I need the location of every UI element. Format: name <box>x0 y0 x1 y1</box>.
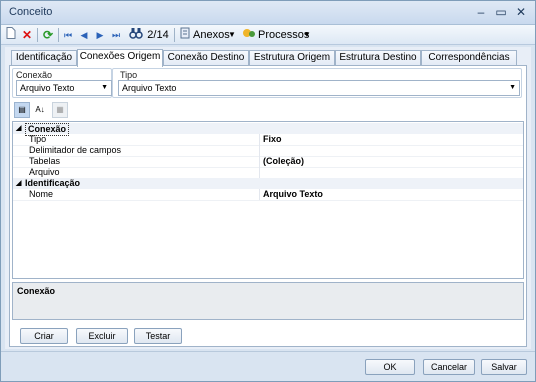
dialog-footer: OK Cancelar Salvar <box>1 351 535 381</box>
title-bar: Conceito – ▭ ✕ <box>1 1 535 25</box>
collapse-icon[interactable]: ◢ <box>16 123 21 134</box>
property-value[interactable]: Fixo <box>263 134 282 145</box>
property-row[interactable]: Nome Arquivo Texto <box>13 189 523 200</box>
collapse-icon[interactable]: ◢ <box>16 178 21 189</box>
property-name: Tabelas <box>29 156 61 166</box>
content-area: Identificação Conexões Origem Conexão De… <box>5 47 531 349</box>
alphabetical-sort-icon[interactable]: A↓ <box>32 102 48 118</box>
property-name: Arquivo <box>29 167 60 177</box>
delete-icon[interactable]: ✕ <box>20 27 34 43</box>
tab-estrutura-destino[interactable]: Estrutura Destino <box>335 50 421 66</box>
conexao-select[interactable]: Arquivo Texto ▼ <box>16 80 112 96</box>
testar-button[interactable]: Testar <box>134 328 182 344</box>
tipo-select[interactable]: Arquivo Texto ▼ <box>118 80 520 96</box>
chevron-down-icon[interactable]: ▼ <box>227 27 237 43</box>
window-title: Conceito <box>9 6 53 18</box>
property-pages-icon[interactable]: ▦ <box>52 102 68 118</box>
grid-divider <box>259 145 260 156</box>
record-counter: 2/14 <box>147 29 169 41</box>
category-name: Identificação <box>25 178 81 188</box>
conexao-value: Arquivo Texto <box>20 83 75 93</box>
grid-line <box>13 200 523 201</box>
property-grid: ◢ Conexão Tipo Fixo Delimitador de campo… <box>12 121 524 279</box>
tab-estrutura-origem[interactable]: Estrutura Origem <box>249 50 335 66</box>
attachments-icon <box>179 27 191 43</box>
chevron-down-icon[interactable]: ▼ <box>302 27 312 43</box>
property-value[interactable]: (Coleção) <box>263 156 304 167</box>
previous-record-icon[interactable]: ◀ <box>78 27 90 43</box>
category-row-conexao[interactable]: ◢ Conexão <box>13 123 523 136</box>
grid-divider <box>259 156 260 167</box>
tab-conexoes-origem[interactable]: Conexões Origem <box>77 49 163 67</box>
concept-window: Conceito – ▭ ✕ ✕ ⟳ ⏮ ◀ ▶ ⏭ 2/14 Anexos ▼… <box>0 0 536 382</box>
conexao-label: Conexão <box>16 70 53 80</box>
grid-divider <box>259 167 260 178</box>
excluir-button[interactable]: Excluir <box>76 328 128 344</box>
attachments-button[interactable]: Anexos <box>193 27 230 43</box>
property-row[interactable]: Tabelas (Coleção) <box>13 156 523 167</box>
processes-button[interactable]: Processos <box>258 27 309 43</box>
tipo-label: Tipo <box>120 70 138 80</box>
ok-button[interactable]: OK <box>365 359 415 375</box>
property-name: Tipo <box>29 134 47 144</box>
minimize-button[interactable]: – <box>471 4 491 21</box>
tab-panel-conexoes-origem: Conexão Arquivo Texto ▼ Tipo Arquivo Tex… <box>9 65 527 347</box>
criar-button[interactable]: Criar <box>20 328 68 344</box>
property-row[interactable]: Tipo Fixo <box>13 134 523 145</box>
property-name: Nome <box>29 189 54 199</box>
grid-divider <box>259 189 260 200</box>
chevron-down-icon: ▼ <box>101 84 108 91</box>
processes-icon <box>242 27 256 43</box>
tab-correspondencias[interactable]: Correspondências <box>421 50 517 66</box>
tab-identificacao[interactable]: Identificação <box>11 50 77 66</box>
toolbar-separator <box>174 28 175 42</box>
toolbar-separator <box>37 28 38 42</box>
toolbar: ✕ ⟳ ⏮ ◀ ▶ ⏭ 2/14 Anexos ▼ Processos ▼ <box>1 25 535 45</box>
tipo-value: Arquivo Texto <box>122 83 177 93</box>
property-value[interactable]: Arquivo Texto <box>263 189 323 200</box>
property-row[interactable]: Delimitador de campos <box>13 145 523 156</box>
tab-conexao-destino[interactable]: Conexão Destino <box>163 50 249 66</box>
next-record-icon[interactable]: ▶ <box>94 27 106 43</box>
cancel-button[interactable]: Cancelar <box>423 359 475 375</box>
toolbar-separator <box>58 28 59 42</box>
property-name: Delimitador de campos <box>29 145 122 155</box>
find-binoculars-icon[interactable] <box>129 27 143 43</box>
categorized-view-icon[interactable]: ▤ <box>14 102 30 118</box>
first-record-icon[interactable]: ⏮ <box>62 27 74 43</box>
maximize-button[interactable]: ▭ <box>491 4 511 21</box>
grid-divider <box>259 134 260 145</box>
property-row[interactable]: Arquivo <box>13 167 523 178</box>
description-title: Conexão <box>17 286 56 296</box>
new-document-icon[interactable] <box>4 27 18 43</box>
chevron-down-icon: ▼ <box>509 84 516 91</box>
last-record-icon[interactable]: ⏭ <box>110 27 122 43</box>
refresh-icon[interactable]: ⟳ <box>41 27 55 43</box>
save-button[interactable]: Salvar <box>481 359 527 375</box>
category-row-identificacao[interactable]: ◢ Identificação <box>13 178 523 189</box>
close-window-button[interactable]: ✕ <box>511 4 531 21</box>
property-description-panel: Conexão <box>12 282 524 320</box>
